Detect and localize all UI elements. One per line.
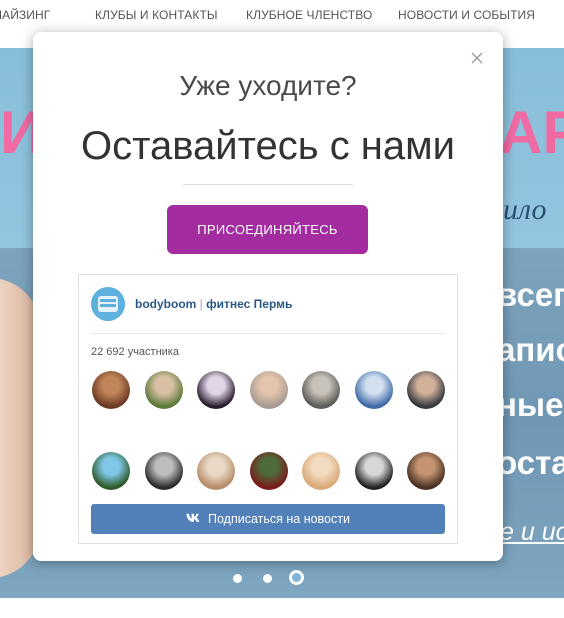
member-avatar[interactable] <box>407 452 445 490</box>
vk-divider <box>91 333 445 334</box>
join-button[interactable]: ПРИСОЕДИНЯЙТЕСЬ <box>167 205 368 254</box>
hero-text-line: всег <box>497 276 564 313</box>
vk-name-separator: | <box>196 297 207 311</box>
member-avatar[interactable] <box>197 371 235 409</box>
member-avatar[interactable] <box>407 371 445 409</box>
vk-group-name[interactable]: bodyboom | фитнес Пермь <box>135 297 292 311</box>
member-avatar[interactable] <box>249 452 288 490</box>
modal-title: Оставайтесь с нами <box>81 124 455 168</box>
member-avatar[interactable] <box>92 452 130 490</box>
member-avatar[interactable] <box>144 371 183 409</box>
top-navigation: ЧАЙЗИНГ КЛУБЫ И КОНТАКТЫ КЛУБНОЕ ЧЛЕНСТВ… <box>0 0 564 30</box>
nav-item-merchandising[interactable]: ЧАЙЗИНГ <box>0 8 50 22</box>
member-avatar[interactable] <box>249 371 288 409</box>
slider-dot-3-active[interactable] <box>289 570 304 585</box>
bodyboom-logo-icon[interactable] <box>91 287 125 321</box>
exit-intent-modal: Уже уходите? Оставайтесь с нами ПРИСОЕДИ… <box>33 32 503 561</box>
vk-group-widget: bodyboom | фитнес Пермь 22 692 участника… <box>78 274 458 544</box>
hero-text-line: ные <box>497 386 564 423</box>
nav-item-clubs-contacts[interactable]: КЛУБЫ И КОНТАКТЫ <box>95 8 218 22</box>
member-avatar[interactable] <box>302 371 340 409</box>
member-avatar[interactable] <box>302 452 340 490</box>
nav-item-news-events[interactable]: НОВОСТИ И СОБЫТИЯ <box>398 8 535 22</box>
vk-members-count: 22 692 участника <box>91 346 179 358</box>
hero-text-line: оста <box>497 444 564 481</box>
vk-group-description[interactable]: фитнес Пермь <box>206 297 292 311</box>
member-avatar[interactable] <box>92 371 130 409</box>
close-button[interactable] <box>471 52 483 64</box>
modal-divider <box>183 184 353 185</box>
hero-link[interactable]: е и ис <box>500 518 564 547</box>
member-avatar[interactable] <box>354 452 393 490</box>
hero-heading-right: АР <box>499 99 564 166</box>
close-icon <box>471 52 483 64</box>
vk-group-title[interactable]: bodyboom <box>135 297 196 311</box>
slider-dot-2[interactable] <box>263 574 272 583</box>
nav-item-club-membership[interactable]: КЛУБНОЕ ЧЛЕНСТВО <box>246 8 372 22</box>
member-avatar[interactable] <box>354 371 393 409</box>
member-avatar[interactable] <box>144 452 183 490</box>
hero-text-line: аписі <box>497 331 564 368</box>
modal-subtitle: Уже уходите? <box>179 70 357 101</box>
vk-logo-icon <box>186 514 200 523</box>
vk-subscribe-button[interactable]: Подписаться на новости <box>91 504 445 534</box>
vk-subscribe-label: Подписаться на новости <box>208 512 350 526</box>
slider-dot-1[interactable] <box>233 574 242 583</box>
member-avatar[interactable] <box>197 452 235 490</box>
